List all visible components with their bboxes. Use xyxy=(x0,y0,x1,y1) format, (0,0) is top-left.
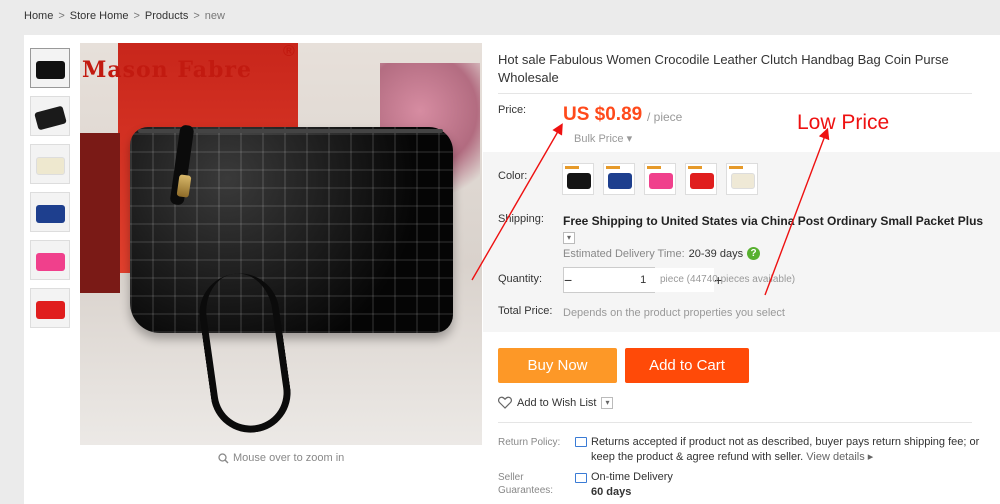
price-unit: / piece xyxy=(647,110,683,124)
swatch-brand-tag xyxy=(688,166,702,169)
swatch-brand-tag xyxy=(606,166,620,169)
breadcrumb: Home > Store Home > Products > new xyxy=(24,10,225,22)
shipping-caret-icon[interactable]: ▾ xyxy=(563,231,575,244)
main-product-image[interactable]: Mason Fabre ® xyxy=(80,43,482,445)
return-policy-icon xyxy=(575,437,587,447)
ontime-delivery: On-time Delivery xyxy=(591,471,673,483)
divider xyxy=(498,422,972,423)
swatch-bag-image xyxy=(608,173,632,189)
swatch-brand-tag xyxy=(647,166,661,169)
quantity-label: Quantity: xyxy=(498,273,543,285)
swatch-beige[interactable] xyxy=(726,163,758,195)
price-label: Price: xyxy=(498,104,527,116)
return-policy-text: Returns accepted if product not as descr… xyxy=(591,435,981,465)
zoom-hint-text: Mouse over to zoom in xyxy=(233,452,345,464)
brand-logo: Mason Fabre xyxy=(82,57,252,83)
delivery-truck-icon xyxy=(575,473,587,483)
add-to-wishlist[interactable]: Add to Wish List ▾ xyxy=(498,396,614,409)
thumbnail-list xyxy=(30,48,72,336)
thumbnail-bag-image xyxy=(36,253,65,271)
product-title: Hot sale Fabulous Women Crocodile Leathe… xyxy=(498,52,949,85)
thumbnail-blue[interactable] xyxy=(30,192,70,232)
breadcrumb-separator: > xyxy=(193,10,200,22)
color-swatches xyxy=(562,163,758,195)
thumbnail-bag-image xyxy=(36,205,65,223)
zoom-hint: Mouse over to zoom in xyxy=(218,452,344,464)
quantity-available: piece (44740 pieces available) xyxy=(660,274,796,285)
shipping-text: Free Shipping to United States via China… xyxy=(563,213,988,245)
registered-mark: ® xyxy=(283,43,295,60)
swatch-red[interactable] xyxy=(685,163,717,195)
guarantee-days: 60 days xyxy=(591,486,632,498)
bulk-price-toggle[interactable]: Bulk Price ▾ xyxy=(574,132,632,145)
color-label: Color: xyxy=(498,170,528,182)
breadcrumb-separator: > xyxy=(58,10,65,22)
swatch-bag-image xyxy=(649,173,673,189)
wishlist-caret-icon[interactable]: ▾ xyxy=(601,396,614,409)
buy-now-button[interactable]: Buy Now xyxy=(498,348,617,383)
thumbnail-red[interactable] xyxy=(30,288,70,328)
swatch-brand-tag xyxy=(565,166,579,169)
total-price-text: Depends on the product properties you se… xyxy=(563,307,785,319)
delivery-time: Estimated Delivery Time: 20-39 days ? xyxy=(563,247,761,260)
thumbnail-bag-image xyxy=(36,301,65,319)
wishlist-label: Add to Wish List xyxy=(517,396,597,409)
shipping-label: Shipping: xyxy=(498,213,544,225)
thumbnail-black[interactable] xyxy=(30,48,70,88)
swatch-black[interactable] xyxy=(562,163,594,195)
heart-icon xyxy=(498,396,512,409)
breadcrumb-current: new xyxy=(204,10,225,22)
breadcrumb-separator: > xyxy=(133,10,140,22)
price-value: US $0.89 xyxy=(563,104,643,125)
thumbnail-black-open[interactable] xyxy=(30,96,70,136)
breadcrumb-products[interactable]: Products xyxy=(145,10,188,22)
shipping-method: Free Shipping to United States via China… xyxy=(563,214,984,228)
return-policy-label: Return Policy: xyxy=(498,437,561,448)
breadcrumb-store-home[interactable]: Store Home xyxy=(70,10,129,22)
low-price-annotation: Low Price xyxy=(797,111,890,134)
swatch-brand-tag xyxy=(729,166,743,169)
swatch-bag-image xyxy=(690,173,714,189)
thumbnail-bag-image xyxy=(36,157,65,175)
total-price-label: Total Price: xyxy=(498,305,553,317)
view-details-link[interactable]: View details ▸ xyxy=(806,451,873,463)
swatch-pink[interactable] xyxy=(644,163,676,195)
swatch-bag-image xyxy=(731,173,755,189)
seller-guarantees-label: Seller Guarantees: xyxy=(498,472,554,496)
quantity-stepper: − + xyxy=(563,267,722,293)
thumbnail-bag-image xyxy=(36,61,65,79)
swatch-bag-image xyxy=(567,173,591,189)
image-background xyxy=(80,133,120,293)
divider xyxy=(498,93,972,94)
return-policy-body: Returns accepted if product not as descr… xyxy=(591,436,980,463)
swatch-blue[interactable] xyxy=(603,163,635,195)
delivery-label: Estimated Delivery Time: xyxy=(563,247,685,260)
help-icon[interactable]: ? xyxy=(747,247,761,260)
thumbnail-bag-image xyxy=(34,105,67,131)
quantity-decrease-button[interactable]: − xyxy=(564,272,572,288)
product-page: Home > Store Home > Products > new Mason… xyxy=(0,0,1000,504)
thumbnail-beige[interactable] xyxy=(30,144,70,184)
magnifier-icon xyxy=(218,452,229,463)
breadcrumb-home[interactable]: Home xyxy=(24,10,53,22)
add-to-cart-button[interactable]: Add to Cart xyxy=(625,348,749,383)
thumbnail-pink[interactable] xyxy=(30,240,70,280)
delivery-days: 20-39 days xyxy=(688,247,744,260)
